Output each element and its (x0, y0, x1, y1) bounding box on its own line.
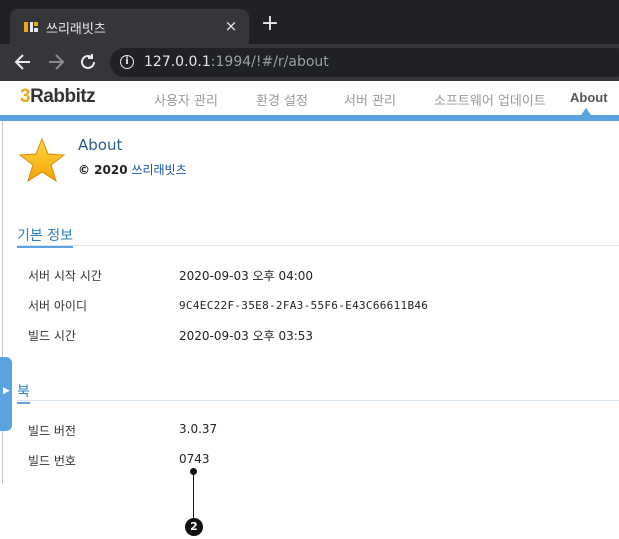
label-build-version: 빌드 버전 (28, 424, 76, 438)
label-server-start-time: 서버 시작 시간 (28, 269, 102, 283)
callout-badge: 2 (185, 518, 203, 536)
nav-settings[interactable]: 환경 설정 (256, 90, 308, 109)
app-header: 3Rabbitz 사용자 관리 환경 설정 서버 관리 소프트웨어 업데이트 A… (0, 81, 619, 116)
browser-tab[interactable]: 쓰리래빗츠 × (10, 9, 249, 44)
browser-titlebar: 쓰리래빗츠 × + (0, 0, 619, 44)
active-nav-caret (581, 108, 591, 115)
logo-text: Rabbitz (30, 86, 96, 107)
value-build-version: 3.0.37 (179, 422, 218, 436)
logo-prefix: 3 (20, 86, 31, 107)
address-bar[interactable]: i 127.0.0.1:1994/!#/r/about (110, 48, 619, 77)
nav-server-management[interactable]: 서버 관리 (344, 90, 396, 109)
label-server-id: 서버 아이디 (28, 299, 88, 313)
close-tab-icon[interactable]: × (221, 16, 241, 36)
new-tab-button[interactable]: + (260, 13, 280, 35)
chevron-right-icon: ▶ (3, 386, 10, 396)
value-server-id: 9C4EC22F-35E8-2FA3-55F6-E43C66611B46 (179, 299, 429, 312)
copyright-prefix: © 2020 (78, 163, 128, 177)
nav-software-update[interactable]: 소프트웨어 업데이트 (434, 90, 546, 109)
value-server-start-time: 2020-09-03 오후 04:00 (179, 269, 314, 283)
callout-line (193, 471, 194, 521)
url-host: 127.0.0.1 (144, 54, 211, 70)
about-title: About (78, 136, 123, 154)
forward-icon[interactable] (45, 51, 67, 73)
url-text: 127.0.0.1:1994/!#/r/about (144, 54, 329, 70)
browser-toolbar: i 127.0.0.1:1994/!#/r/about (0, 44, 619, 81)
section-divider (17, 400, 619, 401)
tab-title: 쓰리래빗츠 (46, 22, 106, 37)
url-path: :1994/!#/r/about (210, 54, 329, 70)
value-build-number: 0743 (179, 452, 210, 466)
header-accent-bar (0, 115, 619, 121)
nav-about[interactable]: About (570, 90, 608, 105)
rabbit-favicon-icon (24, 22, 38, 32)
label-build-number: 빌드 번호 (28, 454, 76, 468)
star-icon (18, 137, 66, 183)
section-divider (17, 245, 619, 246)
copyright: © 2020 쓰리래빗츠 (78, 161, 187, 178)
nav-user-management[interactable]: 사용자 관리 (154, 90, 218, 109)
back-icon[interactable] (12, 51, 34, 73)
info-icon[interactable]: i (120, 55, 134, 69)
logo[interactable]: 3Rabbitz (20, 86, 96, 108)
label-build-time: 빌드 시간 (28, 329, 76, 343)
sidebar-toggle-handle[interactable]: ▶ (0, 357, 12, 431)
company-link[interactable]: 쓰리래빗츠 (131, 163, 186, 177)
reload-icon[interactable] (77, 51, 99, 73)
value-build-time: 2020-09-03 오후 03:53 (179, 329, 314, 343)
